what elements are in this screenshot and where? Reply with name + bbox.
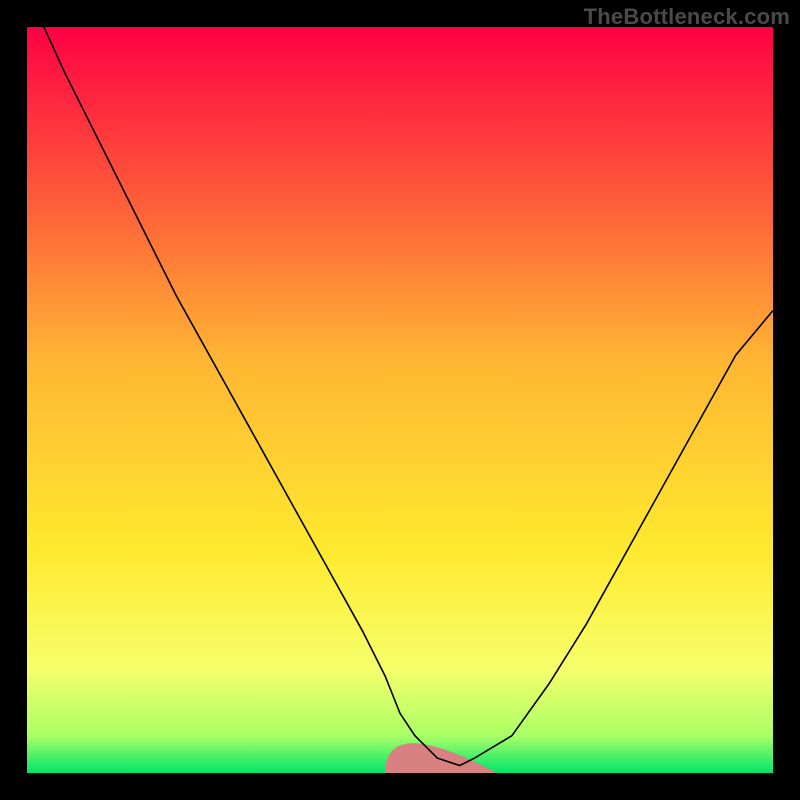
plot-area-bg — [27, 27, 773, 773]
chart-svg — [27, 27, 773, 773]
chart-frame: TheBottleneck.com — [0, 0, 800, 800]
